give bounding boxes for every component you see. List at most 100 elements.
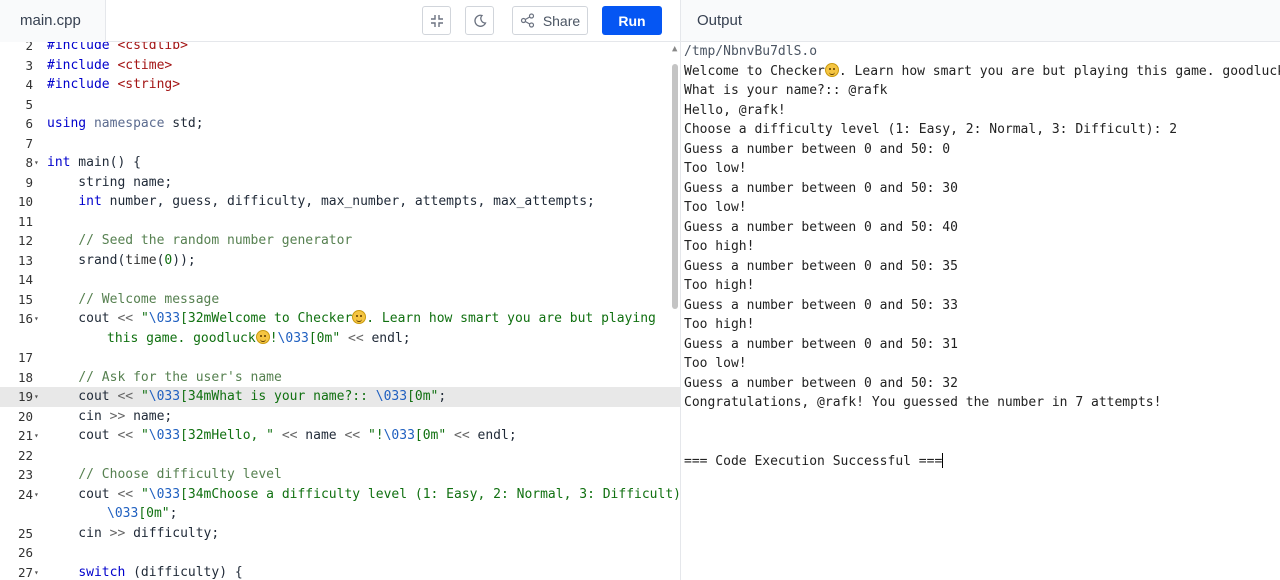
- fold-chevron-icon[interactable]: ▾: [34, 153, 39, 173]
- toolbar-actions: Share Run: [422, 6, 662, 35]
- line-number: 19: [17, 389, 33, 404]
- output-line: Guess a number between 0 and 50: 0: [684, 141, 951, 157]
- code-line[interactable]: 24 ▾ cout << "\033[34mChoose a difficulty…: [0, 485, 680, 505]
- code-text: cout << "\033[34mChoose a difficulty lev…: [47, 486, 680, 502]
- line-number: 12: [17, 233, 33, 248]
- compress-icon: [430, 14, 443, 27]
- code-text: // Welcome message: [78, 291, 220, 307]
- code-text: cin >> name;: [47, 408, 173, 424]
- code-line[interactable]: 14: [0, 270, 680, 290]
- moon-icon: [473, 14, 487, 27]
- code-line[interactable]: 12 // Seed the random number generator: [0, 231, 680, 251]
- theme-toggle-button[interactable]: [465, 6, 494, 35]
- output-line: Too high!: [684, 317, 755, 332]
- share-button[interactable]: Share: [512, 6, 588, 35]
- code-line[interactable]: this game. goodluck !\033[0m" << endl;: [0, 329, 680, 349]
- file-tab-main-cpp[interactable]: main.cpp: [0, 0, 106, 42]
- output-console[interactable]: /tmp/NbnvBu7dlS.o Welcome to Checker. Le…: [681, 42, 1280, 580]
- line-number: 18: [17, 369, 33, 385]
- code-text: cout << "\033[34mWhat is your name?:: \0…: [47, 389, 447, 404]
- code-line[interactable]: 19 ▾ cout << "\033[34mWhat is your name?:…: [0, 387, 680, 407]
- output-line: Guess a number between 0 and 50: 32: [684, 375, 958, 391]
- output-line: What is your name?:: @rafk: [684, 83, 888, 98]
- output-line: Guess a number between 0 and 50: 31: [684, 336, 958, 352]
- code-text: this game. goodluck !\033[0m" << endl;: [107, 329, 411, 346]
- code-line[interactable]: 25 cin >> difficulty;: [0, 524, 680, 544]
- code-text: \033[0m";: [107, 506, 178, 521]
- line-number: 16: [17, 311, 33, 326]
- code-line[interactable]: 4 #include <string>: [0, 75, 680, 95]
- run-button[interactable]: Run: [602, 6, 662, 35]
- line-number: 20: [17, 408, 33, 424]
- fold-chevron-icon[interactable]: ▾: [34, 426, 39, 446]
- code-editor[interactable]: 2 #include <cstdlib> 3 #include <ctime> 4 #in…: [0, 42, 680, 580]
- output-line: Congratulations, @rafk! You guessed the …: [684, 395, 1162, 410]
- code-line[interactable]: \033[0m";: [0, 504, 680, 524]
- code-line[interactable]: 22: [0, 446, 680, 466]
- scroll-up-arrow-icon[interactable]: ▲: [672, 44, 677, 54]
- code-text: string name;: [47, 174, 173, 190]
- output-line: Too low!: [684, 161, 747, 176]
- code-line[interactable]: 27 ▾ switch (difficulty) {: [0, 563, 680, 580]
- code-line[interactable]: 13 srand(time(0));: [0, 251, 680, 271]
- line-number: 11: [17, 213, 33, 229]
- code-text: cout << "\033[32mHello, " << name << "!\…: [47, 428, 517, 443]
- code-text: srand(time(0));: [47, 252, 196, 268]
- code-line[interactable]: 26: [0, 543, 680, 563]
- line-number: 22: [17, 447, 33, 463]
- code-line[interactable]: 17: [0, 348, 680, 368]
- code-line[interactable]: 3 #include <ctime>: [0, 56, 680, 76]
- output-line: Hello, @rafk!: [684, 102, 786, 118]
- output-line: Too low!: [684, 200, 747, 215]
- code-text: cin >> difficulty;: [47, 525, 220, 541]
- output-line: Guess a number between 0 and 50: 40: [684, 219, 958, 235]
- fold-chevron-icon[interactable]: ▾: [34, 563, 39, 580]
- code-line[interactable]: 9 string name;: [0, 173, 680, 193]
- code-line[interactable]: 2 #include <cstdlib>: [0, 42, 680, 56]
- output-line: Guess a number between 0 and 50: 33: [684, 297, 958, 313]
- line-number: 25: [17, 525, 33, 541]
- code-line[interactable]: 11: [0, 212, 680, 232]
- line-number: 13: [17, 252, 33, 268]
- code-line[interactable]: 6 using namespace std;: [0, 114, 680, 134]
- line-number: 4: [25, 77, 33, 92]
- line-number: 7: [25, 135, 33, 151]
- code-line[interactable]: 7: [0, 134, 680, 154]
- code-text: // Seed the random number generator: [78, 233, 353, 248]
- output-line: Too high!: [684, 239, 755, 254]
- code-text: #include <ctime>: [47, 57, 173, 73]
- code-line[interactable]: 10 int number, guess, difficulty, max_nu…: [0, 192, 680, 212]
- code-line[interactable]: 5: [0, 95, 680, 115]
- line-number: 26: [17, 545, 33, 560]
- text-cursor: [942, 452, 944, 468]
- line-number: 5: [25, 96, 33, 112]
- output-line: Guess a number between 0 and 50: 30: [684, 180, 958, 196]
- output-line: Too low!: [684, 356, 747, 371]
- line-number: 3: [25, 57, 33, 73]
- line-number: 15: [17, 291, 33, 307]
- code-line[interactable]: 16 ▾ cout << "\033[32mWelcome to Checker.…: [0, 309, 680, 329]
- fold-chevron-icon[interactable]: ▾: [34, 485, 39, 505]
- code-line[interactable]: 20 cin >> name;: [0, 407, 680, 427]
- editor-pane: main.cpp Share Run 2 #include <cstdlib> …: [0, 0, 681, 580]
- code-text: // Choose difficulty level: [78, 467, 282, 482]
- output-lines: Welcome to Checker. Learn how smart you …: [684, 62, 1280, 472]
- output-line: Welcome to Checker. Learn how smart you …: [684, 62, 1280, 79]
- code-line[interactable]: 23 // Choose difficulty level: [0, 465, 680, 485]
- fold-chevron-icon[interactable]: ▾: [34, 309, 39, 329]
- code-line[interactable]: 18 // Ask for the user's name: [0, 368, 680, 388]
- editor-scrollbar[interactable]: [672, 64, 678, 309]
- output-line: Guess a number between 0 and 50: 35: [684, 258, 958, 274]
- fold-chevron-icon[interactable]: ▾: [34, 387, 39, 407]
- share-label: Share: [542, 12, 581, 29]
- line-number: 23: [17, 467, 33, 482]
- output-line: === Code Execution Successful ===: [684, 452, 944, 469]
- line-number: 9: [25, 174, 33, 190]
- code-line[interactable]: 21 ▾ cout << "\033[32mHello, " << name <<…: [0, 426, 680, 446]
- line-number: 24: [17, 486, 33, 502]
- fullscreen-toggle-button[interactable]: [422, 6, 451, 35]
- line-number: 21: [17, 428, 33, 443]
- code-line[interactable]: 8 ▾ int main() {: [0, 153, 680, 173]
- code-line[interactable]: 15 // Welcome message: [0, 290, 680, 310]
